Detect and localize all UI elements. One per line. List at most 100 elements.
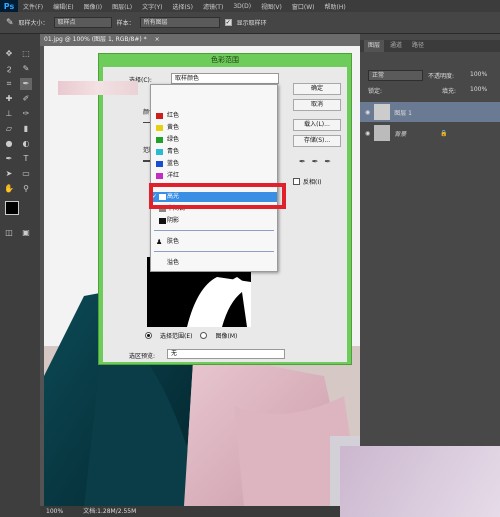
fill-label: 填充: (442, 88, 457, 95)
menu-filter[interactable]: 滤镜(T) (198, 2, 228, 11)
cancel-button[interactable]: 取消 (293, 99, 341, 111)
fill-value[interactable]: 100% (470, 86, 487, 93)
invert-label: 反相(I) (303, 179, 322, 186)
option-shadows[interactable]: 阴影 (151, 216, 277, 226)
layer-row[interactable]: ◉ 图层 1 (360, 102, 500, 122)
menu-bar: Ps 文件(F) 编辑(E) 图像(I) 图层(L) 文字(Y) 选择(S) 滤… (0, 0, 500, 12)
radio-image-label: 图像(M) (215, 333, 238, 340)
option-cyan[interactable]: 青色 (151, 147, 277, 157)
option-skin-tones[interactable]: ♟ 肤色 (151, 237, 277, 247)
marquee-tool-icon[interactable]: ⬚ (20, 48, 32, 60)
pen-tool-icon[interactable]: ✒ (3, 153, 15, 165)
doc-size: 文档:1.28M/2.55M (83, 508, 137, 515)
load-button[interactable]: 载入(L)... (293, 119, 341, 131)
option-yellow[interactable]: 黄色 (151, 123, 277, 133)
lasso-tool-icon[interactable]: ϩ (3, 63, 15, 75)
swatch (156, 125, 163, 131)
crop-tool-icon[interactable]: ⌗ (3, 78, 15, 90)
tab-channels[interactable]: 通道 (386, 40, 406, 52)
blur-tool-icon[interactable]: ● (3, 138, 15, 150)
photoshop-logo: Ps (0, 0, 18, 12)
path-select-tool-icon[interactable]: ➤ (3, 168, 15, 180)
select-dropdown[interactable]: 取样颜色 (171, 73, 279, 84)
menu-image[interactable]: 图像(I) (79, 2, 107, 11)
sample-size-dropdown[interactable]: 取样点 (53, 17, 112, 28)
brush-tool-icon[interactable]: ✐ (20, 93, 32, 105)
layer-thumbnail (374, 104, 391, 120)
hand-tool-icon[interactable]: ✋ (3, 183, 15, 195)
menu-edit[interactable]: 编辑(E) (48, 2, 78, 11)
eyedropper-tool-icon[interactable]: ✒ (20, 78, 32, 90)
tab-paths[interactable]: 路径 (408, 40, 428, 52)
radio-selection-button[interactable] (145, 332, 152, 339)
eyedropper-icon[interactable]: ✎ (6, 18, 14, 28)
document-tab[interactable]: 01.jpg @ 100% (图层 1, RGB/8#) * × (40, 34, 360, 46)
option-blue[interactable]: 蓝色 (151, 159, 277, 169)
preview-label: 选区预览: (129, 353, 156, 360)
invert-checkbox[interactable] (293, 178, 300, 185)
sample-label: 样本： (116, 20, 135, 27)
eye-icon[interactable]: ◉ (365, 130, 370, 137)
eyedroppers: ✒ ✒ ✒ (299, 157, 331, 166)
menu-layer[interactable]: 图层(L) (107, 2, 137, 11)
menu-type[interactable]: 文字(Y) (137, 2, 167, 11)
healing-tool-icon[interactable]: ✚ (3, 93, 15, 105)
foreground-color-swatch[interactable] (5, 201, 19, 215)
option-red[interactable]: 红色 (151, 111, 277, 121)
lock-label: 锁定: (368, 88, 383, 95)
panel-tabs: 图层 通道 路径 (360, 40, 500, 52)
layer-row[interactable]: ◉ 背景 🔒 (360, 123, 500, 143)
dodge-tool-icon[interactable]: ◐ (20, 138, 32, 150)
menu-help[interactable]: 帮助(H) (320, 2, 351, 11)
eye-icon[interactable]: ◉ (365, 109, 370, 116)
quick-mask-icon[interactable]: ◫ (3, 227, 15, 239)
menu-file[interactable]: 文件(F) (18, 2, 48, 11)
quick-select-tool-icon[interactable]: ✎ (20, 63, 32, 75)
menu-select[interactable]: 选择(S) (167, 2, 198, 11)
blend-mode-dropdown[interactable]: 正常 (368, 70, 423, 81)
swatch (156, 161, 163, 167)
stamp-tool-icon[interactable]: ⊥ (3, 108, 15, 120)
option-green[interactable]: 绿色 (151, 135, 277, 145)
menu-3d[interactable]: 3D(D) (228, 3, 256, 10)
sample-dropdown[interactable]: 所有图层 (139, 17, 220, 28)
menu-view[interactable]: 视图(V) (256, 2, 287, 11)
menu-window[interactable]: 窗口(W) (287, 2, 320, 11)
radio-image-button[interactable] (200, 332, 208, 339)
type-tool-icon[interactable]: T (20, 153, 32, 165)
ok-button[interactable]: 确定 (293, 83, 341, 95)
radio-selection-label: 选择范围(E) (160, 333, 193, 340)
eraser-tool-icon[interactable]: ▱ (3, 123, 15, 135)
opacity-value[interactable]: 100% (470, 71, 487, 78)
view-radio-group: 选择范围(E) 图像(M) (145, 331, 237, 340)
swatch (159, 218, 166, 224)
layer-name: 图层 1 (394, 109, 412, 117)
shape-tool-icon[interactable]: ▭ (20, 168, 32, 180)
tools-panel: ✥ ⬚ ϩ ✎ ⌗ ✒ ✚ ✐ ⊥ ✑ ▱ ▮ ● ◐ ✒ T ➤ ▭ ✋ ⚲ … (0, 34, 40, 517)
layer-name: 背景 (394, 130, 407, 138)
gradient-tool-icon[interactable]: ▮ (20, 123, 32, 135)
preview-dropdown[interactable]: 无 (167, 349, 285, 359)
save-button[interactable]: 存储(S)... (293, 135, 341, 147)
move-tool-icon[interactable]: ✥ (3, 48, 15, 60)
show-ring-checkbox[interactable]: ✓ (224, 19, 232, 26)
option-out-of-gamut[interactable]: 溢色 (151, 258, 277, 268)
zoom-tool-icon[interactable]: ⚲ (20, 183, 32, 195)
invert-option: 反相(I) (293, 177, 321, 186)
document-tab-title: 01.jpg @ 100% (图层 1, RGB/8#) * (44, 36, 147, 43)
separator (154, 230, 274, 231)
select-dropdown-menu: 红色 黄色 绿色 青色 蓝色 洋红 ✓ 高光 中间调 阴影 ♟ 肤色 溢色 (150, 84, 278, 272)
zoom-level[interactable]: 100% (46, 506, 63, 517)
screen-mode-icon[interactable]: ▣ (20, 227, 32, 239)
watermark-block (340, 446, 500, 517)
tab-layers[interactable]: 图层 (364, 40, 385, 52)
options-bar: ✎ 取样大小： 取样点 样本： 所有图层 ✓ 显示取样环 (0, 12, 500, 34)
eyedropper-sample-icon[interactable]: ✒ (299, 157, 306, 166)
option-magenta[interactable]: 洋红 (151, 171, 277, 181)
status-bar: 100% 文档:1.28M/2.55M (40, 506, 360, 517)
history-brush-icon[interactable]: ✑ (20, 108, 32, 120)
eyedropper-add-icon[interactable]: ✒ (312, 157, 319, 166)
swatch (156, 149, 163, 155)
close-tab-icon[interactable]: × (155, 36, 160, 43)
eyedropper-subtract-icon[interactable]: ✒ (324, 157, 331, 166)
